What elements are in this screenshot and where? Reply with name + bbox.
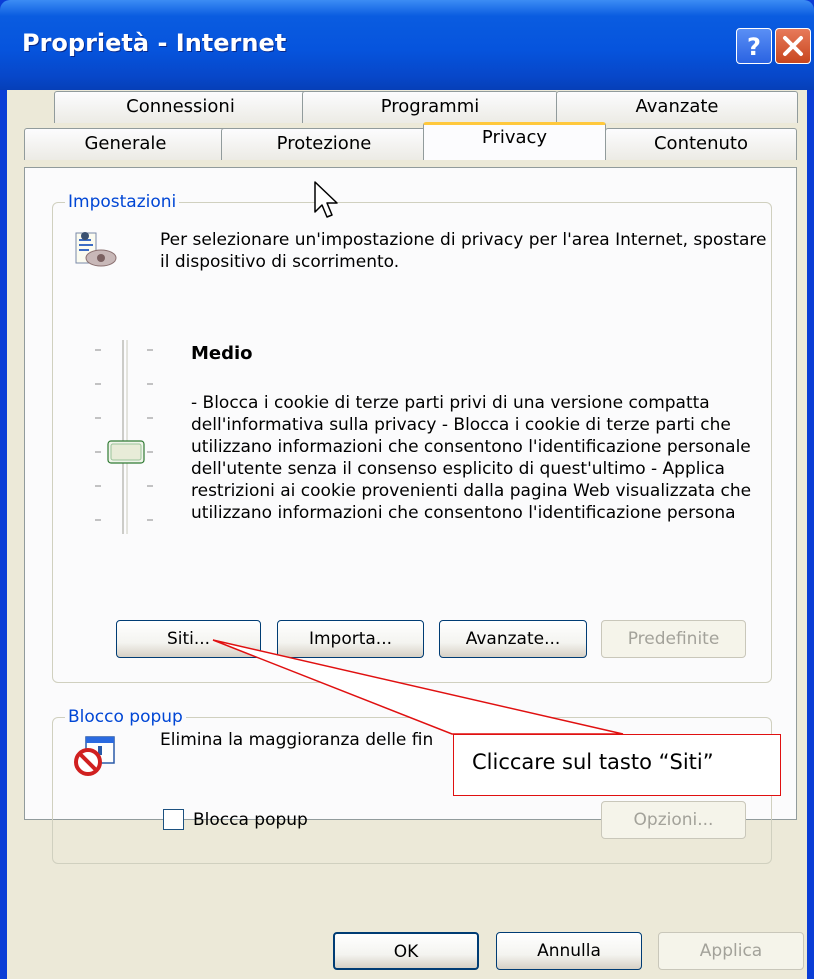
- annotation-callout: Cliccare sul tasto “Siti”: [453, 734, 781, 796]
- annotation-text: Cliccare sul tasto “Siti”: [472, 750, 714, 774]
- callout-pointer-icon: [212, 639, 624, 735]
- mouse-cursor-icon: [314, 181, 338, 218]
